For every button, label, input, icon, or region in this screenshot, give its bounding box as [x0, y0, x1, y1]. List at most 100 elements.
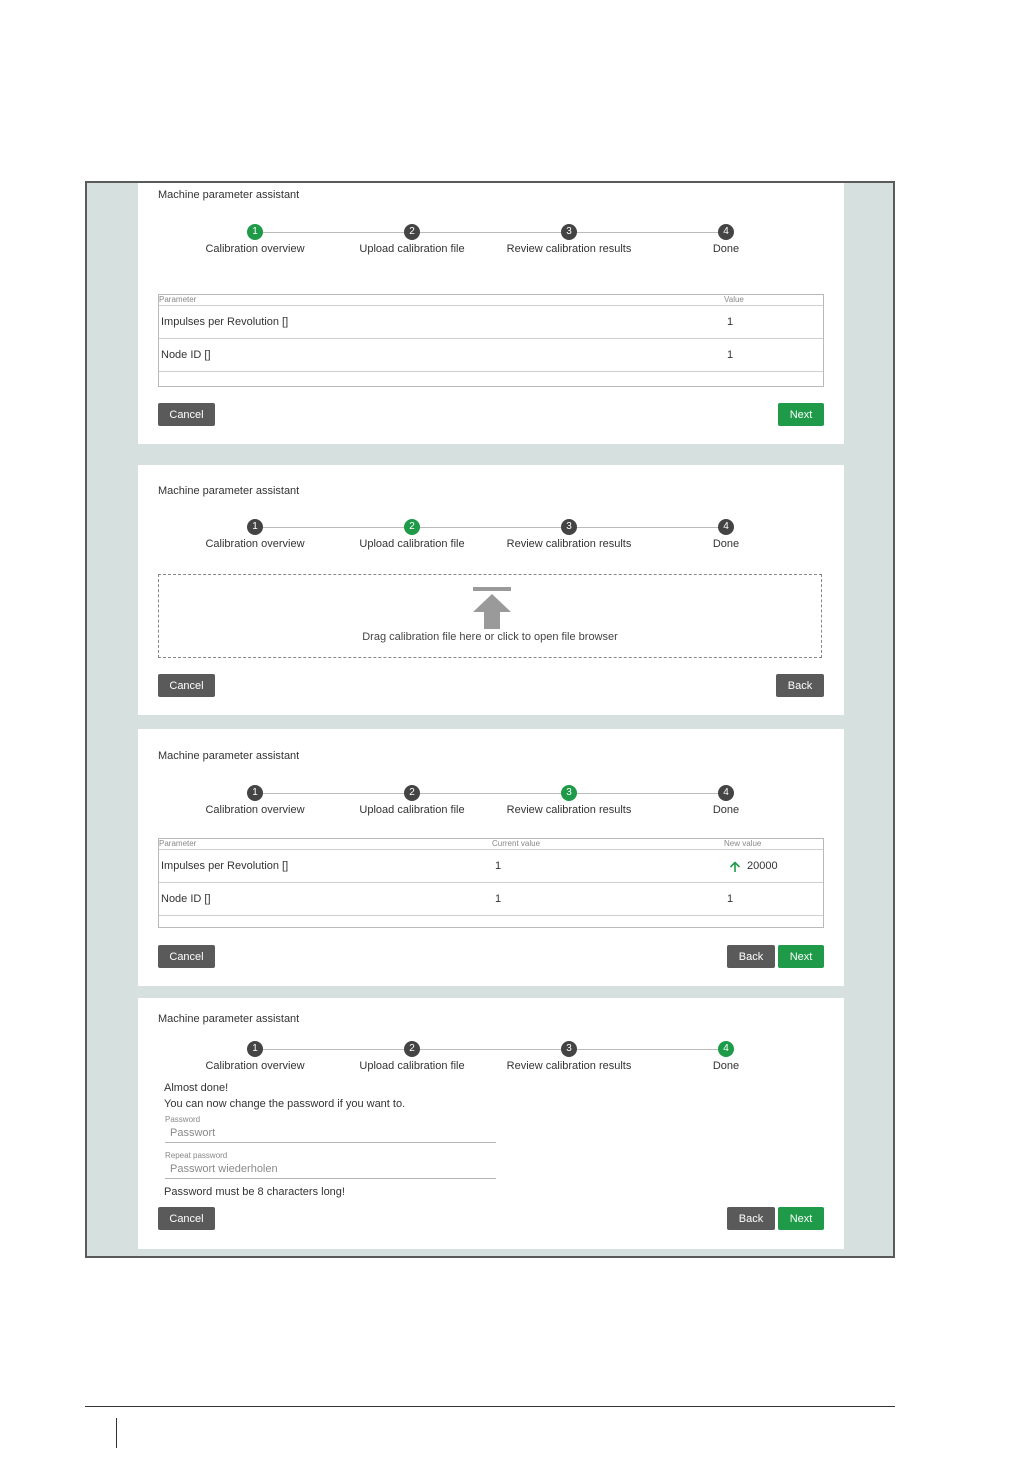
step-1-indicator: 1 — [247, 1041, 263, 1057]
step-3-label: Review calibration results — [506, 243, 632, 255]
parameter-name: Node ID [] — [161, 893, 211, 905]
step-connector — [255, 1049, 411, 1050]
cancel-button[interactable]: Cancel — [158, 403, 215, 426]
file-dropzone[interactable]: Drag calibration file here or click to o… — [158, 574, 822, 658]
parameter-name: Impulses per Revolution [] — [161, 860, 289, 872]
almost-done-text: Almost done! — [164, 1082, 229, 1094]
column-header-parameter: Parameter — [159, 839, 197, 848]
step-4-indicator: 4 — [718, 1041, 734, 1057]
back-button[interactable]: Back — [727, 945, 775, 968]
step-4-label: Done — [712, 243, 740, 255]
column-header-value: Value — [724, 295, 744, 304]
parameter-name: Node ID [] — [161, 349, 211, 361]
parameter-table: Parameter Value Impulses per Revolution … — [158, 294, 824, 387]
new-value: 20000 — [747, 860, 778, 872]
repeat-password-input[interactable] — [165, 1160, 496, 1179]
step-2-label: Upload calibration file — [359, 538, 465, 550]
current-value: 1 — [495, 893, 502, 905]
step-2-indicator: 2 — [404, 785, 420, 801]
step-connector — [255, 793, 411, 794]
step-4-label: Done — [712, 538, 740, 550]
cancel-button[interactable]: Cancel — [158, 945, 215, 968]
table-header: Parameter Current value New value — [159, 839, 823, 850]
step-1-indicator: 1 — [247, 519, 263, 535]
step-4-label: Done — [712, 1060, 740, 1072]
parameter-value: 1 — [727, 316, 734, 328]
step-4-indicator: 4 — [718, 519, 734, 535]
wizard-panel-upload: Machine parameter assistant 1 2 3 4 Cali… — [138, 465, 844, 715]
next-button[interactable]: Next — [778, 1207, 824, 1230]
column-header-parameter: Parameter — [159, 295, 197, 304]
step-3-label: Review calibration results — [506, 538, 632, 550]
stepper: 1 2 3 4 Calibration overview Upload cali… — [158, 1041, 824, 1081]
next-button[interactable]: Next — [778, 945, 824, 968]
step-2-indicator: 2 — [404, 1041, 420, 1057]
column-header-new-value: New value — [724, 839, 762, 848]
panel-title: Machine parameter assistant — [158, 750, 300, 762]
step-connector — [412, 527, 569, 528]
step-2-label: Upload calibration file — [359, 243, 465, 255]
table-header: Parameter Value — [159, 295, 823, 306]
step-2-label: Upload calibration file — [359, 1060, 465, 1072]
wizard-panel-done: Machine parameter assistant 1 2 3 4 Cali… — [138, 998, 844, 1249]
back-button[interactable]: Back — [776, 674, 824, 697]
back-button[interactable]: Back — [727, 1207, 775, 1230]
step-1-indicator: 1 — [247, 224, 263, 240]
panel-title: Machine parameter assistant — [158, 485, 300, 497]
repeat-password-label: Repeat password — [165, 1151, 228, 1160]
password-label: Password — [165, 1115, 201, 1124]
step-3-label: Review calibration results — [506, 804, 632, 816]
step-3-indicator: 3 — [561, 1041, 577, 1057]
step-2-indicator: 2 — [404, 224, 420, 240]
stepper: 1 2 3 4 Calibration overview Upload cali… — [158, 519, 824, 559]
wizard-panel-calibration-overview: Machine parameter assistant 1 2 3 4 Cali… — [138, 183, 844, 444]
step-connector — [569, 1049, 726, 1050]
step-connector — [569, 527, 726, 528]
arrow-up-icon — [729, 861, 741, 872]
new-value: 1 — [727, 893, 734, 905]
next-button[interactable]: Next — [778, 403, 824, 426]
step-1-label: Calibration overview — [205, 804, 305, 816]
step-3-indicator: 3 — [561, 224, 577, 240]
stepper: 1 2 3 4 Calibration overview Upload cali… — [158, 785, 824, 825]
panel-title: Machine parameter assistant — [158, 189, 300, 201]
wizard-panel-review: Machine parameter assistant 1 2 3 4 Cali… — [138, 729, 844, 986]
step-1-indicator: 1 — [247, 785, 263, 801]
page-footer-rule — [85, 1406, 895, 1407]
table-row: Impulses per Revolution [] 1 20000 — [159, 850, 823, 883]
password-validation-message: Password must be 8 characters long! — [164, 1186, 345, 1198]
step-connector — [412, 232, 569, 233]
change-password-hint: You can now change the password if you w… — [164, 1098, 406, 1110]
step-connector — [569, 793, 726, 794]
step-1-label: Calibration overview — [205, 538, 305, 550]
step-connector — [412, 793, 569, 794]
cancel-button[interactable]: Cancel — [158, 674, 215, 697]
step-connector — [255, 232, 411, 233]
parameter-value: 1 — [727, 349, 734, 361]
upload-arrow-icon — [473, 587, 511, 629]
password-input[interactable] — [165, 1124, 496, 1143]
step-connector — [412, 1049, 569, 1050]
column-header-current-value: Current value — [492, 839, 541, 848]
cancel-button[interactable]: Cancel — [158, 1207, 215, 1230]
step-2-indicator: 2 — [404, 519, 420, 535]
step-1-label: Calibration overview — [205, 1060, 305, 1072]
page-footer-marker — [116, 1418, 117, 1448]
screenshot-frame: Machine parameter assistant 1 2 3 4 Cali… — [85, 181, 895, 1258]
stepper: 1 2 3 4 Calibration overview Upload cali… — [158, 224, 824, 264]
step-connector — [255, 527, 411, 528]
step-3-indicator: 3 — [561, 785, 577, 801]
step-4-indicator: 4 — [718, 224, 734, 240]
step-2-label: Upload calibration file — [359, 804, 465, 816]
table-row: Impulses per Revolution [] 1 — [159, 306, 823, 339]
step-3-label: Review calibration results — [506, 1060, 632, 1072]
step-connector — [569, 232, 726, 233]
step-3-indicator: 3 — [561, 519, 577, 535]
step-4-label: Done — [712, 804, 740, 816]
table-row: Node ID [] 1 1 — [159, 883, 823, 916]
table-row: Node ID [] 1 — [159, 339, 823, 372]
current-value: 1 — [495, 860, 502, 872]
step-4-indicator: 4 — [718, 785, 734, 801]
calibration-results-table: Parameter Current value New value Impuls… — [158, 838, 824, 928]
parameter-name: Impulses per Revolution [] — [161, 316, 289, 328]
